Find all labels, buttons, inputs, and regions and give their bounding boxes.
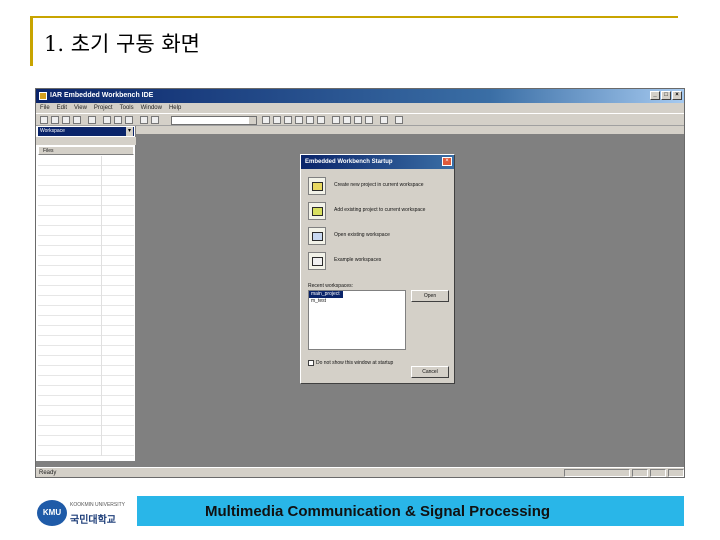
workspace-panel: Workspace Files xyxy=(36,126,136,461)
option-label: Create new project in current workspace xyxy=(334,182,424,188)
open-workspace-icon[interactable] xyxy=(308,227,326,245)
menu-view[interactable]: View xyxy=(74,103,87,113)
toolbar xyxy=(36,113,684,126)
example-workspace-icon[interactable] xyxy=(308,252,326,270)
ide-titlebar: IAR Embedded Workbench IDE _ □ × xyxy=(36,89,684,103)
title-rule-vertical xyxy=(30,16,33,66)
menu-help[interactable]: Help xyxy=(169,103,181,113)
university-logo: KMU KOOKMIN UNIVERSITY 국민대학교 xyxy=(37,498,129,528)
minimize-button[interactable]: _ xyxy=(650,91,660,100)
cancel-button[interactable]: Cancel xyxy=(411,366,449,378)
save-icon[interactable] xyxy=(62,116,70,124)
recent-item[interactable]: main_project xyxy=(309,291,343,298)
dialog-title: Embedded Workbench Startup xyxy=(301,155,454,169)
breakpoint-icon[interactable] xyxy=(365,116,373,124)
dont-show-checkbox[interactable] xyxy=(308,360,314,366)
menu-edit[interactable]: Edit xyxy=(57,103,67,113)
logo-subtitle: KOOKMIN UNIVERSITY xyxy=(70,502,126,508)
paste-icon[interactable] xyxy=(125,116,133,124)
footer-banner: Multimedia Communication & Signal Proces… xyxy=(137,496,684,526)
menu-bar: File Edit View Project Tools Window Help xyxy=(36,103,684,113)
option-label: Add existing project to current workspac… xyxy=(334,207,426,213)
title-rule-horizontal xyxy=(30,16,678,18)
recent-item[interactable]: m_test xyxy=(309,298,405,305)
goto-icon[interactable] xyxy=(317,116,325,124)
stop-build-icon[interactable] xyxy=(354,116,362,124)
find-next-icon[interactable] xyxy=(262,116,270,124)
open-button[interactable]: Open xyxy=(411,290,449,302)
recent-workspaces-label: Recent workspaces: xyxy=(308,283,354,289)
bookmark-icon[interactable] xyxy=(306,116,314,124)
ide-window-title: IAR Embedded Workbench IDE xyxy=(50,92,154,99)
option-create-project[interactable]: Create new project in current workspace xyxy=(308,177,448,197)
open-file-icon[interactable] xyxy=(51,116,59,124)
slide-title: 1. 초기 구동 화면 xyxy=(44,32,200,56)
recent-workspaces-list[interactable]: main_project m_test xyxy=(308,290,406,350)
option-label: Example workspaces xyxy=(334,257,382,263)
print-icon[interactable] xyxy=(88,116,96,124)
find-combo[interactable] xyxy=(171,116,257,125)
status-cell-num xyxy=(668,469,684,477)
window-controls: _ □ × xyxy=(650,91,682,100)
make-icon[interactable] xyxy=(343,116,351,124)
files-column-header[interactable]: Files xyxy=(38,146,134,155)
maximize-button[interactable]: □ xyxy=(661,91,671,100)
menu-file[interactable]: File xyxy=(40,103,50,113)
option-example-workspaces[interactable]: Example workspaces xyxy=(308,252,448,272)
files-list[interactable] xyxy=(38,156,134,456)
logo-emblem: KMU xyxy=(37,500,67,526)
workspace-toolbar xyxy=(36,137,136,145)
new-file-icon[interactable] xyxy=(40,116,48,124)
app-icon xyxy=(39,92,47,100)
find-in-files-icon[interactable] xyxy=(284,116,292,124)
dont-show-label: Do not show this window at startup xyxy=(316,360,394,366)
logo-name: 국민대학교 xyxy=(70,515,116,526)
option-open-workspace[interactable]: Open existing workspace xyxy=(308,227,448,247)
copy-icon[interactable] xyxy=(114,116,122,124)
replace-icon[interactable] xyxy=(295,116,303,124)
menu-tools[interactable]: Tools xyxy=(120,103,134,113)
status-cell-position xyxy=(564,469,630,477)
status-bar: Ready xyxy=(36,467,684,477)
dialog-close-button[interactable]: × xyxy=(442,157,452,166)
cut-icon[interactable] xyxy=(103,116,111,124)
download-icon[interactable] xyxy=(395,116,403,124)
footer-banner-text: Multimedia Communication & Signal Proces… xyxy=(205,503,551,520)
add-project-icon[interactable] xyxy=(308,202,326,220)
status-cell-mode xyxy=(632,469,648,477)
startup-dialog: Embedded Workbench Startup × Create new … xyxy=(300,154,455,384)
menu-window[interactable]: Window xyxy=(141,103,162,113)
new-project-icon[interactable] xyxy=(308,177,326,195)
close-button[interactable]: × xyxy=(672,91,682,100)
redo-icon[interactable] xyxy=(151,116,159,124)
debug-icon[interactable] xyxy=(380,116,388,124)
find-previous-icon[interactable] xyxy=(273,116,281,124)
workspace-combo[interactable]: Workspace xyxy=(38,127,134,136)
save-all-icon[interactable] xyxy=(73,116,81,124)
menu-project[interactable]: Project xyxy=(94,103,113,113)
status-text: Ready xyxy=(39,470,57,476)
option-label: Open existing workspace xyxy=(334,232,390,238)
slide-header: 1. 초기 구동 화면 xyxy=(30,16,678,66)
undo-icon[interactable] xyxy=(140,116,148,124)
status-cell-caps xyxy=(650,469,666,477)
compile-icon[interactable] xyxy=(332,116,340,124)
editor-tabbar xyxy=(136,126,684,134)
option-add-project[interactable]: Add existing project to current workspac… xyxy=(308,202,448,222)
